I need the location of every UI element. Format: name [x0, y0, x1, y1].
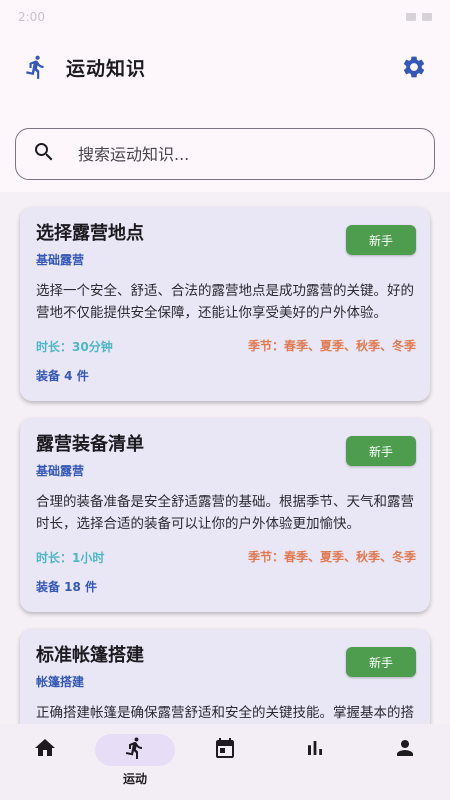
knowledge-card[interactable]: 标准帐篷搭建 帐篷搭建 新手 正确搭建帐篷是确保露营舒适和安全的关键技能。掌握基…	[20, 629, 430, 724]
knowledge-card[interactable]: 露营装备清单 基础露营 新手 合理的装备准备是安全舒适露营的基础。根据季节、天气…	[20, 418, 430, 612]
run-icon	[20, 51, 52, 83]
knowledge-list: 选择露营地点 基础露营 新手 选择一个安全、舒适、合法的露营地点是成功露营的关键…	[0, 192, 450, 724]
nav-home-pill	[5, 734, 85, 766]
card-description: 正确搭建帐篷是确保露营舒适和安全的关键技能。掌握基本的搭建步骤可以让你在任何天气…	[36, 705, 414, 721]
level-badge: 新手	[346, 225, 416, 255]
search-icon	[32, 140, 56, 168]
card-title: 标准帐篷搭建	[36, 645, 144, 666]
nav-calendar-pill	[185, 734, 265, 766]
knowledge-card[interactable]: 选择露营地点 基础露营 新手 选择一个安全、舒适、合法的露营地点是成功露营的关键…	[20, 207, 430, 401]
nav-sports-pill	[95, 734, 175, 766]
search-section	[0, 100, 450, 190]
bar-chart-icon	[303, 736, 327, 764]
card-header: 选择露营地点 基础露营 新手	[36, 217, 416, 268]
card-meta: 时长：1小时 季节：春季、夏季、秋季、冬季	[36, 549, 416, 566]
card-gear-count: 装备 4 件	[36, 369, 89, 383]
status-bar: 2:00	[0, 0, 450, 34]
search-input[interactable]	[78, 144, 418, 164]
card-gear-count: 装备 18 件	[36, 580, 98, 594]
level-badge: 新手	[346, 647, 416, 677]
nav-calendar[interactable]	[180, 734, 270, 766]
card-title: 选择露营地点	[36, 223, 144, 244]
card-heading: 选择露营地点 基础露营	[36, 217, 144, 268]
nav-sports-label: 运动	[122, 772, 147, 786]
card-duration: 时长：1小时	[36, 551, 105, 565]
battery-icon	[422, 13, 432, 21]
search-bar[interactable]	[15, 128, 435, 180]
card-category: 基础露营	[36, 464, 85, 478]
signal-icon	[406, 13, 416, 21]
card-description: 合理的装备准备是安全舒适露营的基础。根据季节、天气和露营时长，选择合适的装备可以…	[36, 494, 414, 532]
nav-stats-pill	[275, 734, 355, 766]
card-category: 帐篷搭建	[36, 675, 85, 689]
card-meta: 时长：30分钟 季节：春季、夏季、秋季、冬季	[36, 338, 416, 355]
nav-profile-pill	[365, 734, 445, 766]
card-seasons: 季节：春季、夏季、秋季、冬季	[247, 339, 416, 353]
home-icon	[33, 736, 57, 764]
card-seasons: 季节：春季、夏季、秋季、冬季	[247, 550, 416, 564]
bottom-nav: 运动	[0, 724, 450, 800]
person-icon	[393, 736, 417, 764]
status-icons	[406, 13, 432, 21]
calendar-icon	[213, 736, 237, 764]
page-title: 运动知识	[66, 57, 147, 80]
nav-home[interactable]	[0, 734, 90, 766]
app-bar: 运动知识	[0, 34, 450, 100]
card-header: 露营装备清单 基础露营 新手	[36, 428, 416, 479]
status-time: 2:00	[18, 10, 45, 24]
card-title: 露营装备清单	[36, 434, 144, 455]
run-icon	[123, 736, 147, 764]
nav-stats[interactable]	[270, 734, 360, 766]
level-badge: 新手	[346, 436, 416, 466]
nav-profile[interactable]	[360, 734, 450, 766]
card-heading: 露营装备清单 基础露营	[36, 428, 144, 479]
card-duration: 时长：30分钟	[36, 340, 113, 354]
card-category: 基础露营	[36, 253, 85, 267]
card-header: 标准帐篷搭建 帐篷搭建 新手	[36, 639, 416, 690]
gear-icon[interactable]	[398, 51, 430, 83]
card-heading: 标准帐篷搭建 帐篷搭建	[36, 639, 144, 690]
nav-sports[interactable]: 运动	[90, 734, 180, 787]
card-description: 选择一个安全、舒适、合法的露营地点是成功露营的关键。好的营地不仅能提供安全保障，…	[36, 283, 414, 321]
